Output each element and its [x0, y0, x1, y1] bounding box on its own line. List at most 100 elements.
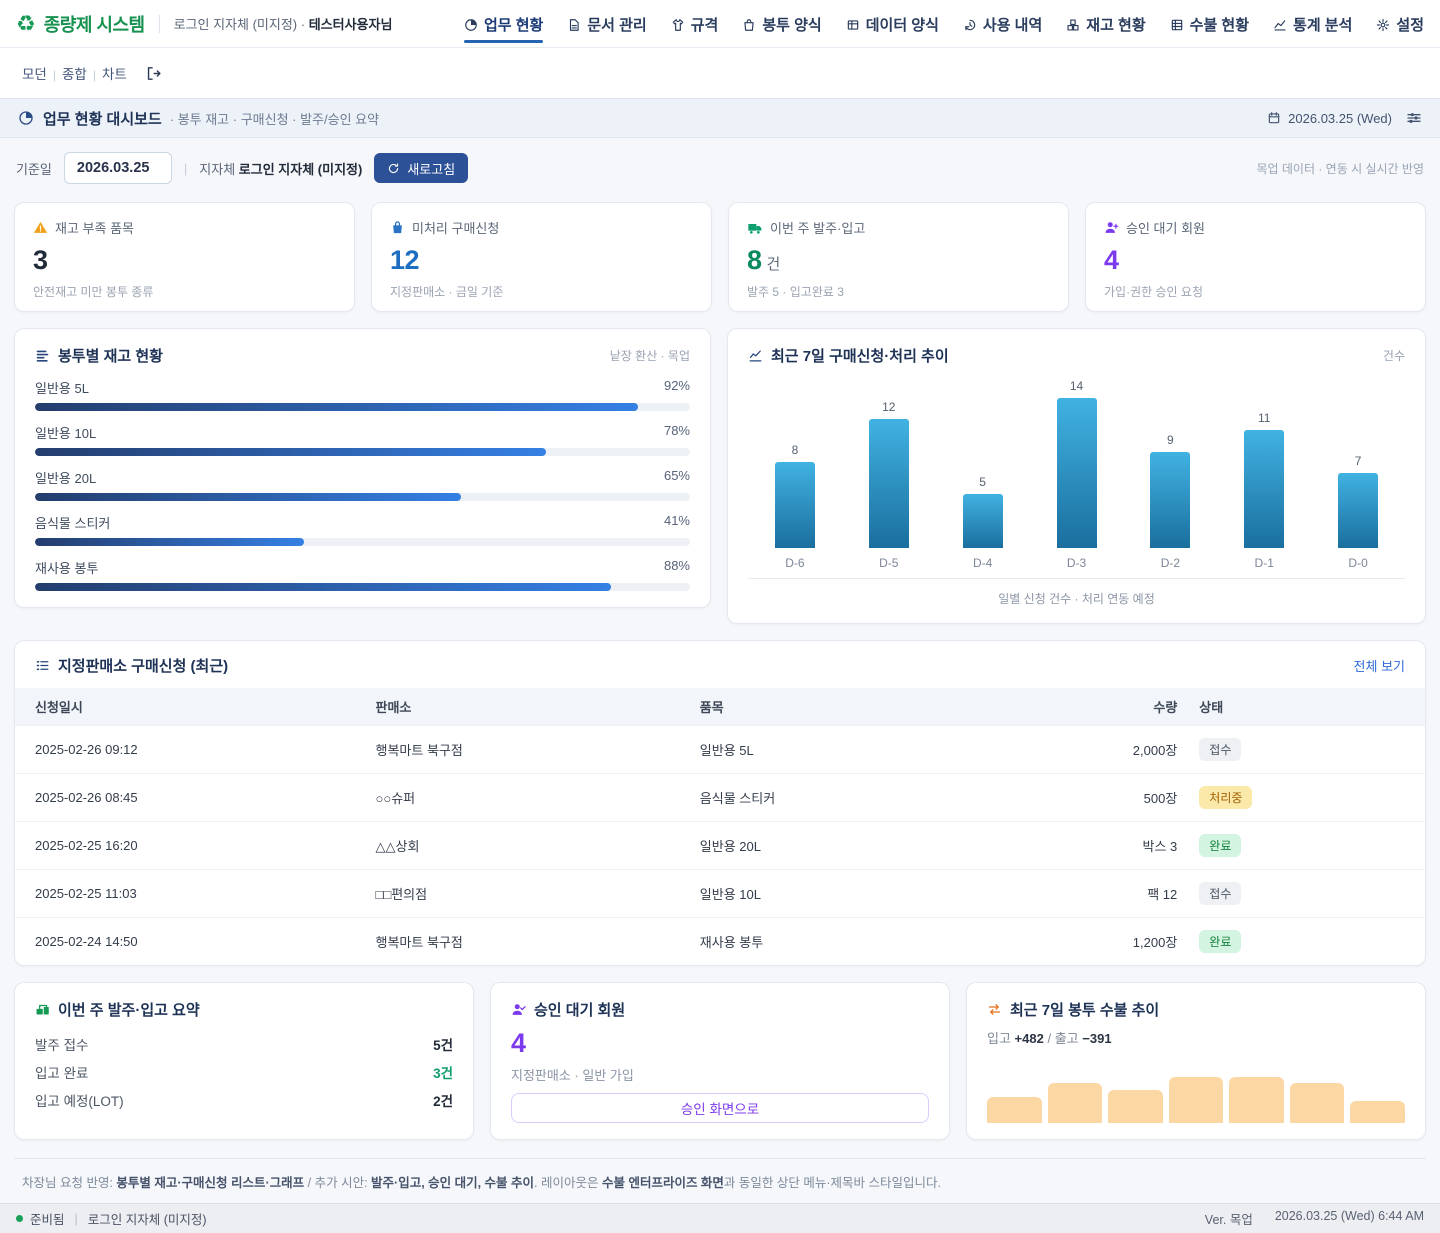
bar-category: D-0 [1348, 556, 1367, 572]
nav-item-재고 현황[interactable]: 재고 현황 [1066, 2, 1145, 45]
stock-panel: 봉투별 재고 현황 낱장 환산 · 목업 일반용 5L 92% 일반용 10L … [14, 328, 711, 608]
progress-fill [35, 583, 611, 591]
date-display[interactable]: 2026.03.25 (Wed) [1267, 111, 1392, 126]
spark-bar [1048, 1083, 1103, 1123]
data-grid-icon [846, 18, 860, 32]
view-link-1[interactable]: 종합 [56, 67, 93, 82]
stock-row: 음식물 스티커 41% [35, 513, 690, 546]
summary-label: 발주 접수 [35, 1034, 88, 1054]
progress-fill [35, 448, 546, 456]
nav-item-업무 현황[interactable]: 업무 현황 [464, 2, 543, 45]
trend-panel-title: 최근 7일 구매신청·처리 추이 [771, 345, 949, 366]
requests-panel: 지정판매소 구매신청 (최근) 전체 보기 신청일시 판매소 품목 수량 상태 … [14, 640, 1426, 966]
inventory-icon [1066, 18, 1080, 32]
table-row[interactable]: 2025-02-25 11:03 □□편의점 일반용 10L 팩 12 접수 [15, 870, 1425, 918]
stock-panel-note: 낱장 환산 · 목업 [610, 347, 690, 364]
trend-panel: 최근 7일 구매신청·처리 추이 건수 8 D-6 12 D-5 5 D-4 1… [727, 328, 1426, 624]
kpi-note: 가입·권한 승인 요청 [1104, 283, 1407, 300]
user-check-icon [511, 1002, 526, 1017]
order-summary-title: 이번 주 발주·입고 요약 [58, 999, 200, 1020]
table-row[interactable]: 2025-02-24 14:50 행복마트 북구점 재사용 봉투 1,200장 … [15, 918, 1425, 966]
user-name: 테스터사용자님 [309, 17, 393, 32]
status-org: 로그인 지자체 (미지정) [88, 1209, 207, 1228]
go-approval-button[interactable]: 승인 화면으로 [511, 1093, 929, 1123]
progress-track [35, 448, 690, 456]
bar-category: D-4 [973, 556, 992, 572]
chart-column: 14 D-3 [1030, 376, 1124, 572]
stock-panel-title: 봉투별 재고 현황 [58, 345, 163, 366]
refresh-button[interactable]: 새로고침 [374, 153, 468, 183]
spark-bar [1290, 1083, 1345, 1123]
swap-icon [987, 1002, 1002, 1017]
nav-item-봉투 양식[interactable]: 봉투 양식 [742, 2, 821, 45]
app-logo: ♻ 종량제 시스템 [16, 11, 145, 37]
clock-label: 2026.03.25 (Wed) 6:44 AM [1275, 1209, 1424, 1228]
flow-panel-title: 최근 7일 봉투 수불 추이 [1010, 999, 1159, 1020]
bar-value: 9 [1167, 433, 1174, 447]
page-subtitle: · 봉투 재고 · 구매신청 · 발주/승인 요약 [170, 109, 379, 128]
exit-icon[interactable] [145, 65, 162, 82]
cell-store: □□편의점 [368, 870, 692, 918]
table-row[interactable]: 2025-02-25 16:20 △△상회 일반용 20L 박스 3 완료 [15, 822, 1425, 870]
x-axis-line [748, 578, 1405, 579]
chart-column: 5 D-4 [936, 376, 1030, 572]
cell-store: 행복마트 북구점 [368, 918, 692, 966]
nav-item-설정[interactable]: 설정 [1376, 2, 1424, 45]
requests-panel-title: 지정판매소 구매신청 (최근) [58, 655, 228, 676]
pie-icon [18, 110, 34, 126]
nav-item-규격[interactable]: 규격 [671, 2, 719, 45]
bar-value: 11 [1258, 411, 1270, 425]
version-label: Ver. 목업 [1205, 1209, 1253, 1228]
view-link-0[interactable]: 모던 [16, 67, 53, 82]
nav-item-데이터 양식[interactable]: 데이터 양식 [846, 2, 939, 45]
stock-label: 일반용 10L [35, 423, 96, 442]
stats-icon [1273, 18, 1287, 32]
cell-qty: 박스 3 [1030, 822, 1185, 870]
status-badge: 완료 [1199, 930, 1241, 953]
divider: | [184, 161, 187, 176]
table-row[interactable]: 2025-02-26 08:45 ○○슈퍼 음식물 스티커 500장 처리중 [15, 774, 1425, 822]
requests-table: 신청일시 판매소 품목 수량 상태 2025-02-26 09:12 행복마트 … [15, 688, 1425, 965]
flow-panel: 최근 7일 봉투 수불 추이 입고 +482 / 출고 −391 [966, 982, 1426, 1140]
bar [1244, 430, 1284, 548]
kpi-value: 8건 [747, 245, 1050, 276]
cell-datetime: 2025-02-26 09:12 [15, 726, 368, 774]
spark-bar [1350, 1101, 1405, 1123]
spark-bar [1169, 1077, 1224, 1123]
bar [775, 462, 815, 548]
view-link-2[interactable]: 차트 [96, 67, 133, 82]
base-date-input[interactable] [64, 152, 172, 184]
summary-value: 2건 [433, 1090, 453, 1110]
nav-item-사용 내역[interactable]: 사용 내역 [963, 2, 1042, 45]
calendar-icon [1267, 111, 1281, 125]
col-item: 품목 [692, 688, 1030, 726]
recycle-icon: ♻ [16, 13, 36, 35]
ledger-icon [1170, 18, 1184, 32]
progress-fill [35, 403, 638, 411]
bar-category: D-3 [1067, 556, 1086, 572]
flow-summary: 입고 +482 / 출고 −391 [987, 1028, 1405, 1047]
bar-value: 14 [1070, 379, 1083, 393]
nav-item-통계 분석[interactable]: 통계 분석 [1273, 2, 1352, 45]
stock-row: 일반용 5L 92% [35, 378, 690, 411]
progress-fill [35, 538, 304, 546]
chart-caption: 일별 신청 건수 · 처리 연동 예정 [748, 590, 1405, 607]
kpi-label: 재고 부족 품목 [55, 218, 134, 237]
filter-row: 기준일 | 지자체 로그인 지자체 (미지정) 새로고침 목업 데이터 · 연동… [0, 138, 1440, 196]
cell-qty: 500장 [1030, 774, 1185, 822]
status-badge: 완료 [1199, 834, 1241, 857]
view-all-link[interactable]: 전체 보기 [1354, 656, 1405, 675]
progress-track [35, 493, 690, 501]
stock-pct: 41% [664, 513, 690, 532]
nav-item-수불 현황[interactable]: 수불 현황 [1170, 2, 1249, 45]
stock-pct: 78% [664, 423, 690, 442]
sliders-icon[interactable] [1406, 110, 1422, 126]
spec-icon [671, 18, 685, 32]
table-row[interactable]: 2025-02-26 09:12 행복마트 북구점 일반용 5L 2,000장 … [15, 726, 1425, 774]
settings-icon [1376, 18, 1390, 32]
truck-icon [747, 220, 763, 236]
kpi-card: 승인 대기 회원 4 가입·권한 승인 요청 [1085, 202, 1426, 312]
nav-item-문서 관리[interactable]: 문서 관리 [567, 2, 646, 45]
bar [869, 419, 909, 548]
cell-datetime: 2025-02-25 16:20 [15, 822, 368, 870]
